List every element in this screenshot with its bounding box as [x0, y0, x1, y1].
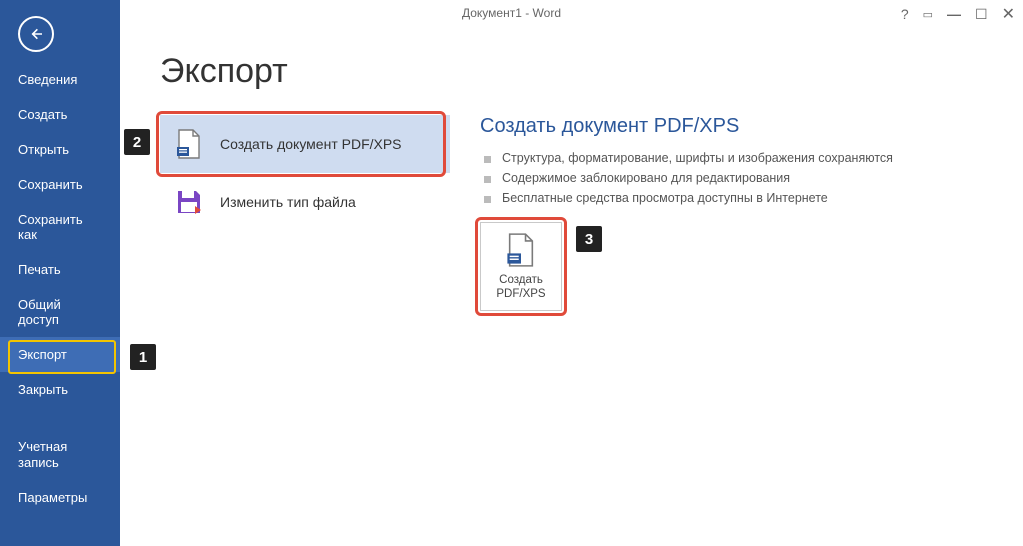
- sidebar-item-label: Параметры: [18, 490, 87, 505]
- sidebar-item-label: Сведения: [18, 72, 77, 87]
- sidebar-item-account[interactable]: Учетная запись: [0, 429, 120, 480]
- tutorial-badge-3: 3: [576, 226, 602, 252]
- sidebar-item-close[interactable]: Закрыть: [0, 372, 120, 407]
- create-pdfxps-button[interactable]: Создать PDF/XPS: [480, 222, 562, 311]
- create-pdfxps-label-1: Создать: [485, 273, 557, 287]
- detail-bullets: Структура, форматирование, шрифты и изоб…: [480, 148, 993, 208]
- export-option-pdfxps[interactable]: Создать документ PDF/XPS: [160, 115, 450, 173]
- sidebar-item-label: Сохранить как: [18, 212, 83, 242]
- window-controls: ? ▭ — ☐ ✕: [901, 4, 1015, 24]
- sidebar-item-options[interactable]: Параметры: [0, 480, 120, 515]
- export-option-label: Изменить тип файла: [220, 194, 356, 210]
- pdfxps-document-icon: [174, 129, 204, 159]
- page-title: Экспорт: [160, 52, 993, 91]
- help-icon[interactable]: ?: [901, 6, 909, 22]
- tutorial-badge-1: 1: [130, 344, 156, 370]
- sidebar-item-new[interactable]: Создать: [0, 97, 120, 132]
- sidebar-item-label: Учетная запись: [18, 439, 67, 470]
- export-detail: Создать документ PDF/XPS Структура, форм…: [480, 115, 993, 311]
- detail-bullet: Структура, форматирование, шрифты и изоб…: [480, 148, 993, 168]
- backstage-sidebar: Сведения Создать Открыть Сохранить Сохра…: [0, 0, 120, 546]
- create-pdfxps-label-2: PDF/XPS: [485, 287, 557, 301]
- sidebar-item-open[interactable]: Открыть: [0, 132, 120, 167]
- export-option-label: Создать документ PDF/XPS: [220, 136, 402, 152]
- main-content: Экспорт 2 Создать документ PDF/XPS Измен…: [120, 32, 1023, 546]
- save-as-type-icon: [174, 187, 204, 217]
- sidebar-item-export[interactable]: Экспорт: [0, 337, 120, 372]
- detail-title: Создать документ PDF/XPS: [480, 115, 993, 138]
- pdfxps-large-icon: [485, 233, 557, 267]
- sidebar-item-print[interactable]: Печать: [0, 252, 120, 287]
- sidebar-item-share[interactable]: Общий доступ: [0, 287, 120, 337]
- sidebar-item-saveas[interactable]: Сохранить как: [0, 202, 120, 252]
- export-option-changetype[interactable]: Изменить тип файла: [160, 173, 450, 231]
- sidebar-separator: [0, 407, 120, 429]
- sidebar-item-info[interactable]: Сведения: [0, 62, 120, 97]
- titlebar: Документ1 - Word ? ▭ — ☐ ✕ Вход: [0, 0, 1023, 32]
- sidebar-item-label: Создать: [18, 107, 67, 122]
- sidebar-item-label: Открыть: [18, 142, 69, 157]
- sidebar-item-label: Общий доступ: [18, 297, 61, 327]
- sidebar-item-label: Экспорт: [18, 347, 67, 362]
- arrow-left-icon: [28, 26, 44, 42]
- maximize-icon[interactable]: ☐: [975, 6, 988, 23]
- sidebar-item-label: Сохранить: [18, 177, 83, 192]
- ribbon-toggle-icon[interactable]: ▭: [923, 8, 933, 21]
- sidebar-item-save[interactable]: Сохранить: [0, 167, 120, 202]
- tutorial-badge-2: 2: [124, 129, 150, 155]
- export-options: 2 Создать документ PDF/XPS Изменить тип …: [160, 115, 450, 231]
- detail-bullet: Содержимое заблокировано для редактирова…: [480, 168, 993, 188]
- close-window-icon[interactable]: ✕: [1002, 4, 1015, 24]
- sidebar-item-label: Закрыть: [18, 382, 68, 397]
- back-button[interactable]: [18, 16, 54, 52]
- detail-bullet: Бесплатные средства просмотра доступны в…: [480, 188, 993, 208]
- sidebar-item-label: Печать: [18, 262, 61, 277]
- minimize-icon[interactable]: —: [947, 6, 961, 22]
- document-title: Документ1 - Word: [462, 6, 561, 20]
